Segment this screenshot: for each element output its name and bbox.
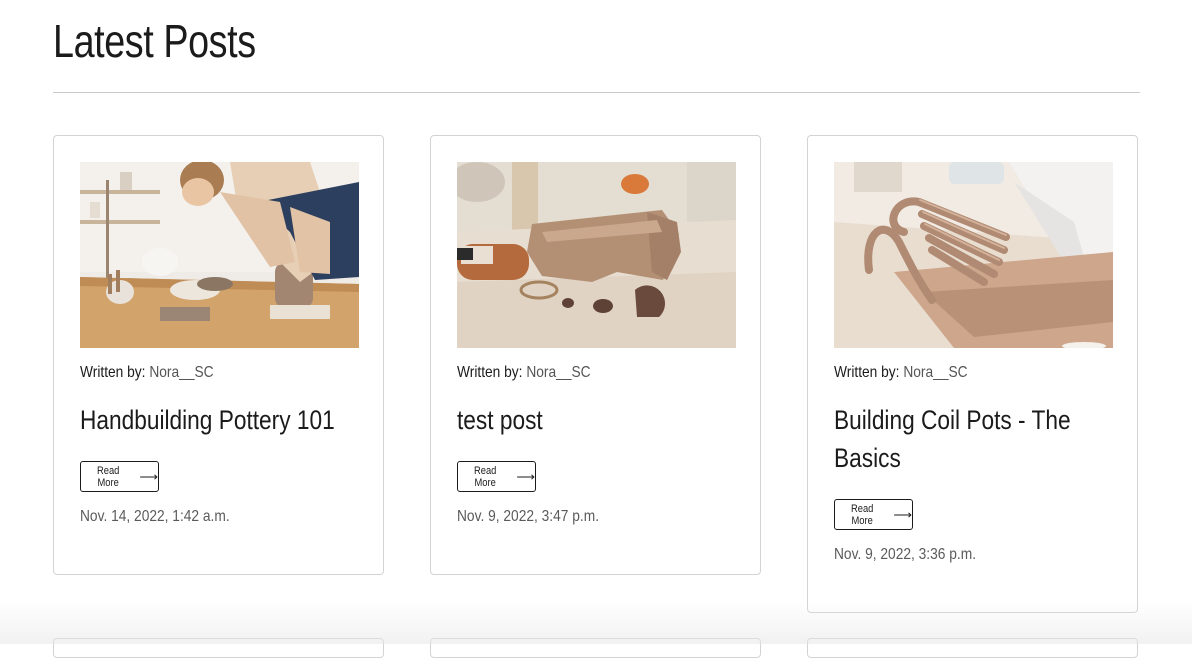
post-date: Nov. 9, 2022, 3:47 p.m. bbox=[457, 508, 600, 525]
post-image[interactable] bbox=[80, 162, 359, 348]
author-name[interactable]: Nora__SC bbox=[526, 364, 590, 381]
arrow-right-icon: ⟶ bbox=[139, 469, 158, 484]
title-divider bbox=[53, 92, 1140, 93]
post-card: Written by: Nora__SC test post Read More… bbox=[430, 135, 761, 575]
post-card-partial bbox=[807, 638, 1138, 658]
post-title[interactable]: Building Coil Pots - The Basics bbox=[834, 401, 1094, 477]
read-more-button[interactable]: Read More ⟶ bbox=[80, 461, 159, 492]
byline-label: Written by: bbox=[457, 364, 523, 381]
post-date: Nov. 9, 2022, 3:36 p.m. bbox=[834, 546, 977, 563]
page-title: Latest Posts bbox=[53, 15, 256, 67]
byline-label: Written by: bbox=[834, 364, 900, 381]
read-more-button[interactable]: Read More ⟶ bbox=[834, 499, 913, 530]
post-title[interactable]: test post bbox=[457, 401, 717, 439]
read-more-label: Read More bbox=[474, 464, 497, 489]
author-name[interactable]: Nora__SC bbox=[149, 364, 213, 381]
read-more-button[interactable]: Read More ⟶ bbox=[457, 461, 536, 492]
arrow-right-icon: ⟶ bbox=[516, 469, 535, 484]
author-name[interactable]: Nora__SC bbox=[903, 364, 967, 381]
post-card-partial bbox=[430, 638, 761, 658]
post-image[interactable] bbox=[457, 162, 736, 348]
read-more-label: Read More bbox=[97, 464, 120, 489]
post-byline: Written by: Nora__SC bbox=[834, 364, 968, 382]
post-title[interactable]: Handbuilding Pottery 101 bbox=[80, 401, 340, 439]
post-card: Written by: Nora__SC Handbuilding Potter… bbox=[53, 135, 384, 575]
post-card-partial bbox=[53, 638, 384, 658]
post-card: Written by: Nora__SC Building Coil Pots … bbox=[807, 135, 1138, 613]
post-byline: Written by: Nora__SC bbox=[80, 364, 214, 382]
post-image[interactable] bbox=[834, 162, 1113, 348]
read-more-label: Read More bbox=[851, 502, 874, 527]
byline-label: Written by: bbox=[80, 364, 146, 381]
post-date: Nov. 14, 2022, 1:42 a.m. bbox=[80, 508, 230, 525]
post-byline: Written by: Nora__SC bbox=[457, 364, 591, 382]
arrow-right-icon: ⟶ bbox=[893, 507, 912, 522]
